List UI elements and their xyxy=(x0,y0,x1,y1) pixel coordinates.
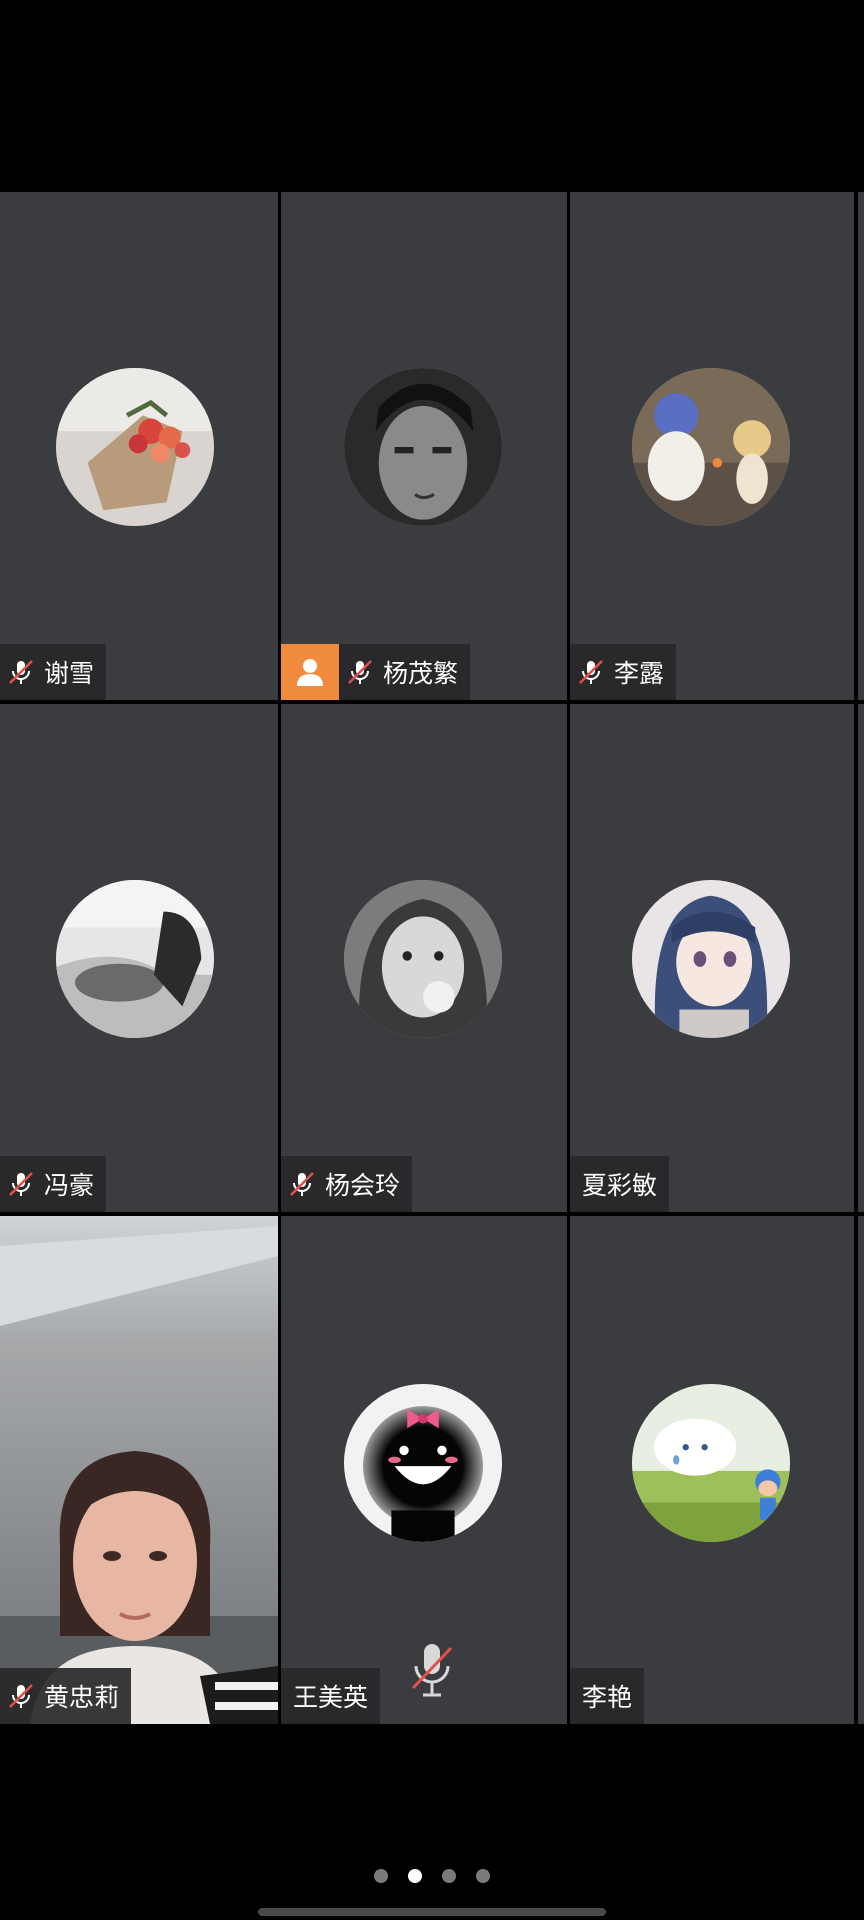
participant-name: 李露 xyxy=(614,659,665,688)
home-indicator[interactable] xyxy=(258,1908,606,1916)
participant-name: 李艳 xyxy=(582,1683,633,1712)
page-dot[interactable] xyxy=(442,1869,456,1883)
name-pill: 夏彩敏 xyxy=(570,1156,670,1212)
mic-off-icon xyxy=(579,660,603,684)
avatar xyxy=(632,1384,790,1542)
page-dot-active[interactable] xyxy=(408,1869,422,1883)
name-pill: 王美英 xyxy=(281,1668,381,1724)
avatar xyxy=(632,880,790,1038)
next-column-edge xyxy=(858,192,864,700)
participant-tile[interactable]: 冯豪 xyxy=(0,704,278,1212)
avatar xyxy=(344,1384,502,1542)
next-column-edge xyxy=(858,1216,864,1724)
participant-grid: 谢雪 杨茂繁 李露 冯豪 杨会玲 夏彩敏 黄忠莉 王美英 李艳 xyxy=(0,192,864,1727)
participant-tile[interactable]: 李露 xyxy=(570,192,854,700)
page-dot[interactable] xyxy=(476,1869,490,1883)
name-label-bar: 王美英 xyxy=(281,1668,381,1724)
next-column-edge xyxy=(858,704,864,1212)
name-label-bar: 杨会玲 xyxy=(281,1156,413,1212)
participant-name: 杨茂繁 xyxy=(383,659,459,688)
mic-off-icon xyxy=(290,1172,314,1196)
name-pill: 李艳 xyxy=(570,1668,645,1724)
avatar xyxy=(56,368,214,526)
participant-tile[interactable]: 夏彩敏 xyxy=(570,704,854,1212)
page-indicator[interactable] xyxy=(0,1864,864,1888)
name-label-bar: 黄忠莉 xyxy=(0,1668,132,1724)
name-pill: 黄忠莉 xyxy=(0,1668,132,1724)
participant-tile[interactable]: 李艳 xyxy=(570,1216,854,1724)
participant-tile[interactable]: 杨会玲 xyxy=(281,704,567,1212)
participant-name: 杨会玲 xyxy=(325,1171,401,1200)
name-pill: 谢雪 xyxy=(0,644,107,700)
participant-name: 王美英 xyxy=(293,1683,369,1712)
participant-tile[interactable]: 谢雪 xyxy=(0,192,278,700)
name-label-bar: 谢雪 xyxy=(0,644,107,700)
participant-video-tile[interactable]: 黄忠莉 xyxy=(0,1216,278,1724)
name-label-bar: 夏彩敏 xyxy=(570,1156,670,1212)
avatar xyxy=(56,880,214,1038)
name-label-bar: 杨茂繁 xyxy=(281,644,471,700)
mic-off-icon xyxy=(9,1684,33,1708)
participant-name: 夏彩敏 xyxy=(582,1171,658,1200)
participant-name: 冯豪 xyxy=(44,1171,95,1200)
avatar xyxy=(632,368,790,526)
avatar xyxy=(344,368,502,526)
person-icon xyxy=(297,659,323,686)
avatar xyxy=(344,880,502,1038)
mic-off-icon xyxy=(9,660,33,684)
name-label-bar: 冯豪 xyxy=(0,1156,107,1212)
mic-off-icon xyxy=(348,660,372,684)
page-dot[interactable] xyxy=(374,1869,388,1883)
participant-tile[interactable]: 杨茂繁 xyxy=(281,192,567,700)
participant-name: 谢雪 xyxy=(44,659,95,688)
name-label-bar: 李艳 xyxy=(570,1668,645,1724)
name-pill: 李露 xyxy=(570,644,677,700)
host-badge xyxy=(281,644,339,700)
participant-name: 黄忠莉 xyxy=(44,1683,120,1712)
name-label-bar: 李露 xyxy=(570,644,677,700)
name-pill: 杨会玲 xyxy=(281,1156,413,1212)
mic-off-icon xyxy=(9,1172,33,1196)
name-pill: 杨茂繁 xyxy=(339,644,471,700)
name-pill: 冯豪 xyxy=(0,1156,107,1212)
mic-off-icon[interactable] xyxy=(407,1640,457,1700)
live-video-feed xyxy=(0,1216,278,1724)
